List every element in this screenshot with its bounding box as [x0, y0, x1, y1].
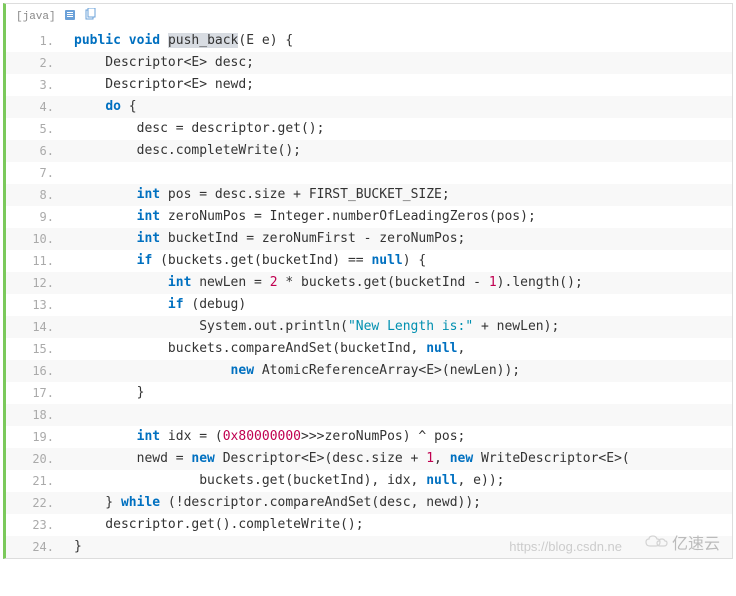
code-line: 12. int newLen = 2 * buckets.get(bucketI…	[6, 272, 732, 294]
line-number: 22.	[6, 492, 64, 514]
code-content: desc.completeWrite();	[64, 140, 732, 162]
code-line: 14. System.out.println("New Length is:" …	[6, 316, 732, 338]
code-line: 8. int pos = desc.size + FIRST_BUCKET_SI…	[6, 184, 732, 206]
line-number: 11.	[6, 250, 64, 272]
code-content: Descriptor<E> desc;	[64, 52, 732, 74]
line-number: 19.	[6, 426, 64, 448]
code-line: 11. if (buckets.get(bucketInd) == null) …	[6, 250, 732, 272]
code-line: 3. Descriptor<E> newd;	[6, 74, 732, 96]
code-content: buckets.get(bucketInd), idx, null, e));	[64, 470, 732, 492]
line-number: 13.	[6, 294, 64, 316]
code-line: 15. buckets.compareAndSet(bucketInd, nul…	[6, 338, 732, 360]
code-line: 23. descriptor.get().completeWrite();	[6, 514, 732, 536]
code-line: 2. Descriptor<E> desc;	[6, 52, 732, 74]
code-content: System.out.println("New Length is:" + ne…	[64, 316, 732, 338]
code-content: buckets.compareAndSet(bucketInd, null,	[64, 338, 732, 360]
code-block: [java] 1.public void push_back(E e) {2. …	[3, 3, 733, 559]
code-line: 18.	[6, 404, 732, 426]
code-content: } while (!descriptor.compareAndSet(desc,…	[64, 492, 732, 514]
code-line: 10. int bucketInd = zeroNumFirst - zeroN…	[6, 228, 732, 250]
logo: 亿速云	[644, 530, 720, 554]
code-content: descriptor.get().completeWrite();	[64, 514, 732, 536]
code-content: int idx = (0x80000000>>>zeroNumPos) ^ po…	[64, 426, 732, 448]
code-line: 21. buckets.get(bucketInd), idx, null, e…	[6, 470, 732, 492]
code-content: int zeroNumPos = Integer.numberOfLeading…	[64, 206, 732, 228]
code-content: do {	[64, 96, 732, 118]
line-number: 3.	[6, 74, 64, 96]
code-line: 9. int zeroNumPos = Integer.numberOfLead…	[6, 206, 732, 228]
copy-icon[interactable]	[84, 8, 96, 26]
code-line: 16. new AtomicReferenceArray<E>(newLen))…	[6, 360, 732, 382]
code-line: 13. if (debug)	[6, 294, 732, 316]
code-content: int pos = desc.size + FIRST_BUCKET_SIZE;	[64, 184, 732, 206]
line-number: 14.	[6, 316, 64, 338]
code-line: 19. int idx = (0x80000000>>>zeroNumPos) …	[6, 426, 732, 448]
line-number: 23.	[6, 514, 64, 536]
code-line: 7.	[6, 162, 732, 184]
line-number: 9.	[6, 206, 64, 228]
code-content: new AtomicReferenceArray<E>(newLen));	[64, 360, 732, 382]
code-content: }	[64, 536, 732, 558]
code-line: 22. } while (!descriptor.compareAndSet(d…	[6, 492, 732, 514]
code-content: if (debug)	[64, 294, 732, 316]
line-number: 15.	[6, 338, 64, 360]
code-line: 1.public void push_back(E e) {	[6, 30, 732, 52]
line-number: 2.	[6, 52, 64, 74]
code-line: 6. desc.completeWrite();	[6, 140, 732, 162]
line-number: 8.	[6, 184, 64, 206]
line-number: 17.	[6, 382, 64, 404]
line-number: 20.	[6, 448, 64, 470]
code-content	[64, 404, 732, 426]
line-number: 6.	[6, 140, 64, 162]
code-line: 20. newd = new Descriptor<E>(desc.size +…	[6, 448, 732, 470]
line-number: 12.	[6, 272, 64, 294]
code-content: if (buckets.get(bucketInd) == null) {	[64, 250, 732, 272]
code-content: int bucketInd = zeroNumFirst - zeroNumPo…	[64, 228, 732, 250]
code-content: Descriptor<E> newd;	[64, 74, 732, 96]
code-content: newd = new Descriptor<E>(desc.size + 1, …	[64, 448, 732, 470]
line-number: 16.	[6, 360, 64, 382]
code-content: }	[64, 382, 732, 404]
line-number: 5.	[6, 118, 64, 140]
line-number: 21.	[6, 470, 64, 492]
code-content: public void push_back(E e) {	[64, 30, 732, 52]
watermark: https://blog.csdn.ne	[509, 539, 622, 554]
code-line: 5. desc = descriptor.get();	[6, 118, 732, 140]
code-line: 24.}	[6, 536, 732, 558]
line-number: 4.	[6, 96, 64, 118]
code-content: desc = descriptor.get();	[64, 118, 732, 140]
code-header: [java]	[6, 4, 732, 30]
line-number: 18.	[6, 404, 64, 426]
code-rows: 1.public void push_back(E e) {2. Descrip…	[6, 30, 732, 558]
code-content: int newLen = 2 * buckets.get(bucketInd -…	[64, 272, 732, 294]
line-number: 1.	[6, 30, 64, 52]
code-line: 4. do {	[6, 96, 732, 118]
language-label: [java]	[16, 11, 56, 23]
line-number: 7.	[6, 162, 64, 184]
logo-text: 亿速云	[672, 530, 720, 554]
line-number: 24.	[6, 536, 64, 558]
code-content	[64, 162, 732, 184]
line-number: 10.	[6, 228, 64, 250]
code-line: 17. }	[6, 382, 732, 404]
view-icon[interactable]	[64, 9, 76, 25]
